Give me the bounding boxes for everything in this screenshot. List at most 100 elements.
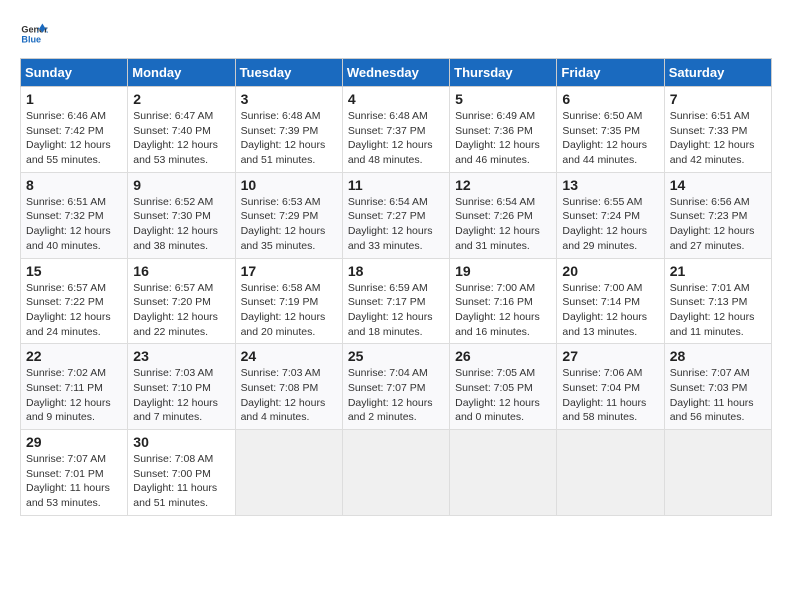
calendar-cell: 8Sunrise: 6:51 AM Sunset: 7:32 PM Daylig…	[21, 172, 128, 258]
day-info: Sunrise: 7:08 AM Sunset: 7:00 PM Dayligh…	[133, 452, 229, 511]
day-info: Sunrise: 6:47 AM Sunset: 7:40 PM Dayligh…	[133, 109, 229, 168]
calendar-cell	[557, 430, 664, 516]
column-header-saturday: Saturday	[664, 59, 771, 87]
day-number: 27	[562, 348, 658, 364]
calendar-cell: 14Sunrise: 6:56 AM Sunset: 7:23 PM Dayli…	[664, 172, 771, 258]
calendar-cell: 29 Sunrise: 7:07 AM Sunset: 7:01 PM Dayli…	[21, 430, 128, 516]
day-number: 4	[348, 91, 444, 107]
calendar-cell: 11 Sunrise: 6:54 AM Sunset: 7:27 PM Dayli…	[342, 172, 449, 258]
column-header-friday: Friday	[557, 59, 664, 87]
calendar-cell: 9Sunrise: 6:52 AM Sunset: 7:30 PM Daylig…	[128, 172, 235, 258]
day-info: Sunrise: 7:06 AM Sunset: 7:04 PM Dayligh…	[562, 366, 658, 425]
day-number: 25	[348, 348, 444, 364]
day-info: Sunrise: 6:57 AM Sunset: 7:20 PM Dayligh…	[133, 281, 229, 340]
column-header-thursday: Thursday	[450, 59, 557, 87]
calendar-cell: 7 Sunrise: 6:51 AM Sunset: 7:33 PM Daylig…	[664, 87, 771, 173]
calendar-cell	[450, 430, 557, 516]
day-info: Sunrise: 6:48 AM Sunset: 7:37 PM Dayligh…	[348, 109, 444, 168]
day-number: 6	[562, 91, 658, 107]
week-row-2: 8Sunrise: 6:51 AM Sunset: 7:32 PM Daylig…	[21, 172, 772, 258]
day-info: Sunrise: 7:07 AM Sunset: 7:01 PM Dayligh…	[26, 452, 122, 511]
calendar-cell	[235, 430, 342, 516]
day-info: Sunrise: 6:54 AM Sunset: 7:27 PM Dayligh…	[348, 195, 444, 254]
logo-icon: General Blue	[20, 20, 48, 48]
column-header-sunday: Sunday	[21, 59, 128, 87]
column-header-wednesday: Wednesday	[342, 59, 449, 87]
calendar-cell: 15 Sunrise: 6:57 AM Sunset: 7:22 PM Dayli…	[21, 258, 128, 344]
calendar-cell	[664, 430, 771, 516]
calendar-cell: 16Sunrise: 6:57 AM Sunset: 7:20 PM Dayli…	[128, 258, 235, 344]
day-number: 13	[562, 177, 658, 193]
calendar-cell: 4 Sunrise: 6:48 AM Sunset: 7:37 PM Daylig…	[342, 87, 449, 173]
day-info: Sunrise: 6:58 AM Sunset: 7:19 PM Dayligh…	[241, 281, 337, 340]
day-number: 10	[241, 177, 337, 193]
day-number: 17	[241, 263, 337, 279]
day-number: 7	[670, 91, 766, 107]
calendar-cell: 21Sunrise: 7:01 AM Sunset: 7:13 PM Dayli…	[664, 258, 771, 344]
day-number: 1	[26, 91, 122, 107]
calendar-cell: 2Sunrise: 6:47 AM Sunset: 7:40 PM Daylig…	[128, 87, 235, 173]
calendar-cell: 27 Sunrise: 7:06 AM Sunset: 7:04 PM Dayli…	[557, 344, 664, 430]
calendar-cell	[342, 430, 449, 516]
day-number: 30	[133, 434, 229, 450]
calendar-cell: 12 Sunrise: 6:54 AM Sunset: 7:26 PM Dayli…	[450, 172, 557, 258]
day-info: Sunrise: 6:56 AM Sunset: 7:23 PM Dayligh…	[670, 195, 766, 254]
day-number: 19	[455, 263, 551, 279]
calendar-cell: 19 Sunrise: 7:00 AM Sunset: 7:16 PM Dayli…	[450, 258, 557, 344]
calendar-cell: 30 Sunrise: 7:08 AM Sunset: 7:00 PM Dayli…	[128, 430, 235, 516]
day-number: 24	[241, 348, 337, 364]
day-number: 5	[455, 91, 551, 107]
calendar-header-row: SundayMondayTuesdayWednesdayThursdayFrid…	[21, 59, 772, 87]
week-row-1: 1 Sunrise: 6:46 AM Sunset: 7:42 PM Daylig…	[21, 87, 772, 173]
day-number: 12	[455, 177, 551, 193]
day-number: 22	[26, 348, 122, 364]
day-info: Sunrise: 6:57 AM Sunset: 7:22 PM Dayligh…	[26, 281, 122, 340]
day-info: Sunrise: 7:03 AM Sunset: 7:10 PM Dayligh…	[133, 366, 229, 425]
day-info: Sunrise: 7:07 AM Sunset: 7:03 PM Dayligh…	[670, 366, 766, 425]
week-row-3: 15 Sunrise: 6:57 AM Sunset: 7:22 PM Dayli…	[21, 258, 772, 344]
week-row-5: 29 Sunrise: 7:07 AM Sunset: 7:01 PM Dayli…	[21, 430, 772, 516]
day-info: Sunrise: 7:02 AM Sunset: 7:11 PM Dayligh…	[26, 366, 122, 425]
column-header-tuesday: Tuesday	[235, 59, 342, 87]
day-number: 23	[133, 348, 229, 364]
day-number: 29	[26, 434, 122, 450]
calendar-table: SundayMondayTuesdayWednesdayThursdayFrid…	[20, 58, 772, 516]
day-info: Sunrise: 6:53 AM Sunset: 7:29 PM Dayligh…	[241, 195, 337, 254]
calendar-cell: 1 Sunrise: 6:46 AM Sunset: 7:42 PM Daylig…	[21, 87, 128, 173]
day-number: 3	[241, 91, 337, 107]
calendar-cell: 13Sunrise: 6:55 AM Sunset: 7:24 PM Dayli…	[557, 172, 664, 258]
calendar-cell: 28 Sunrise: 7:07 AM Sunset: 7:03 PM Dayli…	[664, 344, 771, 430]
calendar-cell: 5Sunrise: 6:49 AM Sunset: 7:36 PM Daylig…	[450, 87, 557, 173]
calendar-cell: 25Sunrise: 7:04 AM Sunset: 7:07 PM Dayli…	[342, 344, 449, 430]
day-info: Sunrise: 7:05 AM Sunset: 7:05 PM Dayligh…	[455, 366, 551, 425]
day-number: 26	[455, 348, 551, 364]
day-number: 11	[348, 177, 444, 193]
day-info: Sunrise: 6:51 AM Sunset: 7:33 PM Dayligh…	[670, 109, 766, 168]
day-number: 18	[348, 263, 444, 279]
day-info: Sunrise: 7:00 AM Sunset: 7:14 PM Dayligh…	[562, 281, 658, 340]
day-number: 21	[670, 263, 766, 279]
day-number: 28	[670, 348, 766, 364]
day-info: Sunrise: 7:00 AM Sunset: 7:16 PM Dayligh…	[455, 281, 551, 340]
day-number: 9	[133, 177, 229, 193]
day-info: Sunrise: 6:46 AM Sunset: 7:42 PM Dayligh…	[26, 109, 122, 168]
column-header-monday: Monday	[128, 59, 235, 87]
day-info: Sunrise: 6:54 AM Sunset: 7:26 PM Dayligh…	[455, 195, 551, 254]
calendar-cell: 26 Sunrise: 7:05 AM Sunset: 7:05 PM Dayli…	[450, 344, 557, 430]
day-number: 15	[26, 263, 122, 279]
calendar-cell: 6Sunrise: 6:50 AM Sunset: 7:35 PM Daylig…	[557, 87, 664, 173]
svg-text:Blue: Blue	[21, 34, 41, 44]
calendar-cell: 20 Sunrise: 7:00 AM Sunset: 7:14 PM Dayli…	[557, 258, 664, 344]
calendar-cell: 23 Sunrise: 7:03 AM Sunset: 7:10 PM Dayli…	[128, 344, 235, 430]
day-info: Sunrise: 6:59 AM Sunset: 7:17 PM Dayligh…	[348, 281, 444, 340]
calendar-cell: 3 Sunrise: 6:48 AM Sunset: 7:39 PM Daylig…	[235, 87, 342, 173]
day-info: Sunrise: 7:03 AM Sunset: 7:08 PM Dayligh…	[241, 366, 337, 425]
calendar-cell: 22 Sunrise: 7:02 AM Sunset: 7:11 PM Dayli…	[21, 344, 128, 430]
day-info: Sunrise: 6:48 AM Sunset: 7:39 PM Dayligh…	[241, 109, 337, 168]
calendar-cell: 24 Sunrise: 7:03 AM Sunset: 7:08 PM Dayli…	[235, 344, 342, 430]
calendar-cell: 17 Sunrise: 6:58 AM Sunset: 7:19 PM Dayli…	[235, 258, 342, 344]
day-number: 20	[562, 263, 658, 279]
day-info: Sunrise: 6:51 AM Sunset: 7:32 PM Dayligh…	[26, 195, 122, 254]
page-header: General Blue	[20, 20, 772, 48]
logo: General Blue	[20, 20, 48, 48]
